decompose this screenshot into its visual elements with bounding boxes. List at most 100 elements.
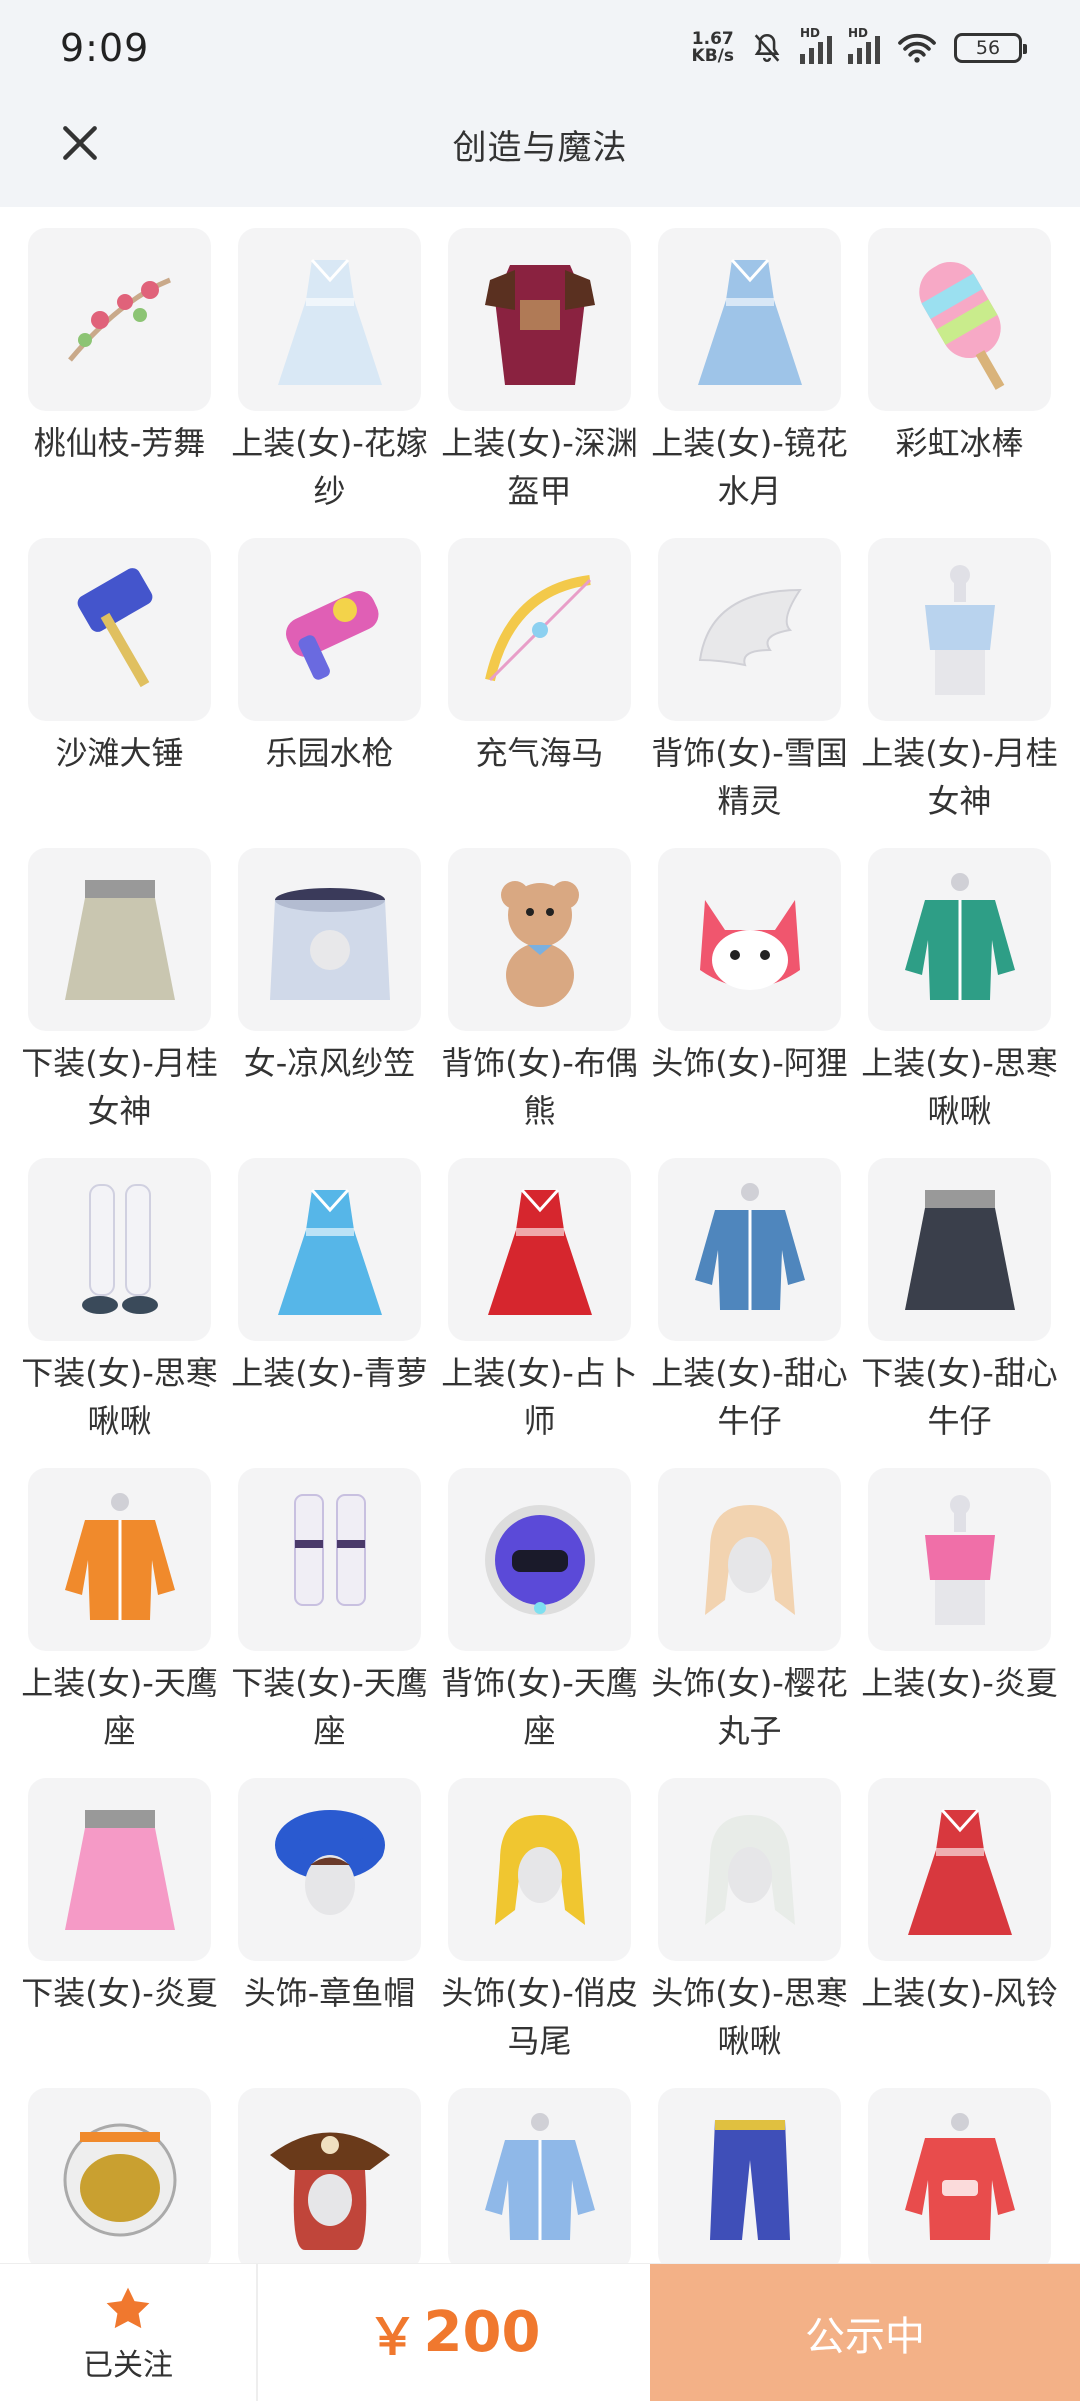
item-label: 桃仙枝-芳舞 [33, 424, 206, 462]
follow-label: 已关注 [83, 2348, 173, 2383]
dress-icon [277, 1188, 382, 1315]
item-label: 沙滩大锤 [55, 734, 184, 772]
close-icon [63, 126, 97, 160]
wings-icon [698, 588, 802, 666]
list-item[interactable]: 下装(女)-甜心牛仔 [861, 1158, 1058, 1468]
mute-bell-icon [754, 33, 780, 62]
bow-icon [484, 574, 591, 681]
list-item[interactable]: 背饰(女)-天鹰座 [441, 1468, 638, 1778]
list-item[interactable]: 背饰(女)-雪国精灵 [651, 538, 848, 848]
item-label: 头饰(女)-俏皮马尾 [441, 1974, 638, 2060]
item-thumbnail [28, 1158, 211, 1341]
item-thumbnail [28, 538, 211, 721]
list-item[interactable] [658, 2088, 841, 2263]
item-label: 上装(女)-镜花水月 [651, 424, 848, 510]
item-thumbnail [28, 848, 211, 1031]
hair-icon [704, 1814, 795, 1925]
jacket-icon [904, 872, 1015, 1000]
publicity-button[interactable]: 公示中 [650, 2264, 1080, 2401]
list-item[interactable]: 头饰(女)-俏皮马尾 [441, 1778, 638, 2088]
list-item[interactable] [868, 2088, 1051, 2263]
list-item[interactable]: 上装(女)-花嫁纱 [231, 228, 428, 538]
list-item[interactable] [28, 2088, 211, 2263]
list-item[interactable]: 上装(女)-风铃 [861, 1778, 1058, 2088]
hammer-icon [77, 567, 152, 687]
list-item[interactable]: 下装(女)-天鹰座 [231, 1468, 428, 1778]
item-label: 下装(女)-月桂女神 [21, 1044, 218, 1130]
pirate-hat-icon [269, 2132, 390, 2250]
item-label: 头饰(女)-阿狸 [651, 1044, 848, 1082]
item-label: 上装(女)-月桂女神 [861, 734, 1058, 820]
signal-icon: HD [800, 26, 832, 64]
signal-hd-label-2: HD [848, 25, 869, 40]
list-item[interactable]: 背饰(女)-布偶熊 [441, 848, 638, 1158]
fox-mask-icon [699, 899, 800, 990]
item-thumbnail [28, 2088, 211, 2263]
list-item[interactable]: 上装(女)-炎夏 [861, 1468, 1058, 1778]
hoodie-icon [904, 2112, 1015, 2240]
close-button[interactable] [52, 115, 108, 171]
list-item[interactable]: 头饰(女)-阿狸 [651, 848, 848, 1158]
item-thumbnail [448, 2088, 631, 2263]
list-item[interactable]: 沙滩大锤 [28, 538, 211, 848]
item-thumbnail [28, 228, 211, 411]
list-item[interactable]: 下装(女)-思寒啾啾 [21, 1158, 218, 1468]
item-label: 下装(女)-天鹰座 [231, 1664, 428, 1750]
list-item[interactable]: 下装(女)-炎夏 [21, 1778, 218, 2088]
item-thumbnail [448, 1158, 631, 1341]
status-icons: 1.67 KB/s HD HD 56 [692, 26, 1027, 65]
follow-button[interactable]: 已关注 [0, 2264, 258, 2401]
item-label: 上装(女)-青萝 [231, 1354, 428, 1392]
backpack-icon [484, 1504, 595, 1615]
list-item[interactable] [238, 2088, 421, 2263]
popsicle-icon [918, 261, 1004, 390]
list-item[interactable]: 上装(女)-深渊盔甲 [441, 228, 638, 538]
dress-icon [697, 258, 802, 385]
battery-icon: 56 [954, 32, 1027, 63]
list-item[interactable]: 上装(女)-天鹰座 [21, 1468, 218, 1778]
list-item[interactable]: 桃仙枝-芳舞 [28, 228, 211, 538]
list-item[interactable]: 女-凉风纱笠 [238, 848, 421, 1158]
item-label: 女-凉风纱笠 [243, 1044, 416, 1082]
list-item[interactable] [448, 2088, 631, 2263]
item-thumbnail [238, 1778, 421, 1961]
item-thumbnail [658, 1468, 841, 1651]
item-label: 下装(女)-甜心牛仔 [861, 1354, 1058, 1440]
header: 创造与魔法 [0, 95, 1080, 207]
list-item[interactable]: 上装(女)-镜花水月 [651, 228, 848, 538]
list-item[interactable]: 头饰(女)-思寒啾啾 [651, 1778, 848, 2088]
status-bar: 9:09 1.67 KB/s HD HD 56 [0, 0, 1080, 95]
item-label: 上装(女)-天鹰座 [21, 1664, 218, 1750]
list-item[interactable]: 下装(女)-月桂女神 [21, 848, 218, 1158]
item-thumbnail [658, 2088, 841, 2263]
list-item[interactable]: 上装(女)-占卜师 [441, 1158, 638, 1468]
network-speed: 1.67 KB/s [692, 30, 734, 65]
list-item[interactable]: 上装(女)-思寒啾啾 [861, 848, 1058, 1158]
list-item[interactable]: 充气海马 [448, 538, 631, 848]
battery-level: 56 [975, 36, 1001, 59]
star-icon [106, 2287, 150, 2329]
list-item[interactable]: 头饰-章鱼帽 [238, 1778, 421, 2088]
wifi-icon [898, 33, 936, 63]
item-thumbnail [868, 1778, 1051, 1961]
item-thumbnail [658, 1158, 841, 1341]
item-thumbnail [868, 538, 1051, 721]
list-item[interactable]: 上装(女)-月桂女神 [861, 538, 1058, 848]
water-gun-icon [285, 590, 379, 680]
item-label: 背饰(女)-布偶熊 [441, 1044, 638, 1130]
teddy-bear-icon [500, 880, 579, 1007]
list-item[interactable]: 上装(女)-甜心牛仔 [651, 1158, 848, 1468]
item-thumbnail [448, 228, 631, 411]
item-label: 上装(女)-深渊盔甲 [441, 424, 638, 510]
item-label: 乐园水枪 [265, 734, 394, 772]
list-item[interactable]: 乐园水枪 [238, 538, 421, 848]
item-thumbnail [448, 1778, 631, 1961]
skirt-icon [64, 1809, 175, 1930]
item-thumbnail [868, 848, 1051, 1031]
item-label: 上装(女)-思寒啾啾 [861, 1044, 1058, 1130]
branch-icon [67, 277, 171, 362]
list-item[interactable]: 上装(女)-青萝 [231, 1158, 428, 1468]
item-grid: 桃仙枝-芳舞 上装(女)-花嫁纱 上装(女)-深渊盔甲 上装(女)-镜花水月 彩虹冰棒沙… [0, 207, 1080, 2263]
list-item[interactable]: 头饰(女)-樱花丸子 [651, 1468, 848, 1778]
list-item[interactable]: 彩虹冰棒 [868, 228, 1051, 538]
